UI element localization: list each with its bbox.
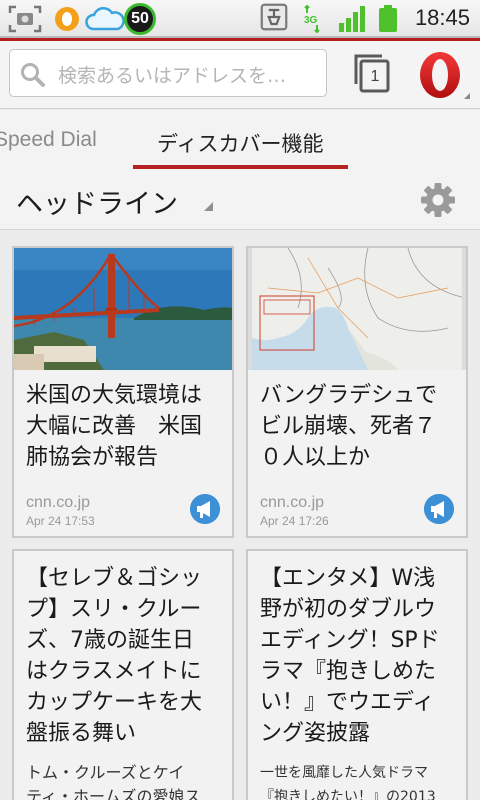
- news-card[interactable]: 米国の大気環境は 大幅に改善 米国 肺協会が報告 cnn.co.jp Apr 2…: [12, 246, 234, 538]
- card-title: バングラデシュで ビル崩壊、死者７ ０人以上か: [260, 383, 438, 470]
- search-placeholder: 検索あるいはアドレスを…: [58, 65, 287, 87]
- card-excerpt: 一世を風靡した人気ドラマ 『抱きしめたい！』の2013: [260, 765, 436, 800]
- search-icon: [21, 63, 45, 87]
- dropdown-caret-icon: [204, 202, 213, 211]
- card-title: 【エンタメ】W浅 野が初のダブルウ エディング！SPド ラマ『抱きしめた い！』…: [260, 566, 440, 746]
- section-tabs: Speed Dial ディスカバー機能: [0, 110, 480, 170]
- weather-cloud-icon: [85, 6, 125, 31]
- search-input[interactable]: 検索あるいはアドレスを…: [9, 49, 327, 97]
- news-card[interactable]: 【セレブ＆ゴシッ プ】スリ・クルー ズ、7歳の誕生日 はクラスメイトに カップケ…: [12, 549, 234, 800]
- gear-icon[interactable]: [419, 181, 457, 219]
- opera-mini-icon: [55, 7, 79, 31]
- card-excerpt: トム・クルーズとケイ ティ・ホームズの愛娘ス: [26, 763, 201, 800]
- share-megaphone-icon[interactable]: [190, 494, 220, 524]
- status-time: 18:45: [414, 5, 470, 30]
- battery-icon: [379, 5, 397, 32]
- active-tab-indicator: [133, 165, 348, 169]
- news-card[interactable]: 【エンタメ】W浅 野が初のダブルウ エディング！SPド ラマ『抱きしめた い！』…: [246, 549, 468, 800]
- browser-toolbar: 検索あるいはアドレスを… 1: [0, 41, 480, 109]
- svg-text:3G: 3G: [304, 15, 318, 26]
- article-image-map: [248, 248, 466, 370]
- article-image-golden-gate: [14, 248, 232, 370]
- tabs-button[interactable]: 1: [352, 52, 392, 94]
- tab-discover[interactable]: ディスカバー機能: [157, 128, 324, 158]
- 3g-icon: 3G: [304, 5, 320, 33]
- battery-saver-icon: 50: [124, 3, 156, 35]
- tab-speed-dial[interactable]: Speed Dial: [0, 128, 97, 152]
- card-source: cnn.co.jp: [260, 494, 325, 511]
- news-card[interactable]: バングラデシュで ビル崩壊、死者７ ０人以上か cnn.co.jp Apr 24…: [246, 246, 468, 538]
- card-time: Apr 24 17:26: [260, 514, 329, 528]
- category-selector[interactable]: ヘッドライン: [16, 182, 178, 221]
- tabs-count: 1: [370, 68, 380, 85]
- screenshot-icon: [8, 5, 42, 33]
- usb-debug-icon: [260, 3, 288, 31]
- card-title: 米国の大気環境は 大幅に改善 米国 肺協会が報告: [26, 383, 203, 470]
- signal-icon: [339, 6, 365, 32]
- card-title: 【セレブ＆ゴシッ プ】スリ・クルー ズ、7歳の誕生日 はクラスメイトに カップケ…: [26, 566, 203, 746]
- card-source: cnn.co.jp: [26, 494, 91, 511]
- share-megaphone-icon[interactable]: [424, 494, 454, 524]
- status-bar: 50 3G 18:45: [0, 0, 480, 38]
- heading-row: ヘッドライン: [0, 170, 480, 230]
- card-time: Apr 24 17:53: [26, 514, 95, 528]
- opera-menu-button[interactable]: [414, 49, 472, 103]
